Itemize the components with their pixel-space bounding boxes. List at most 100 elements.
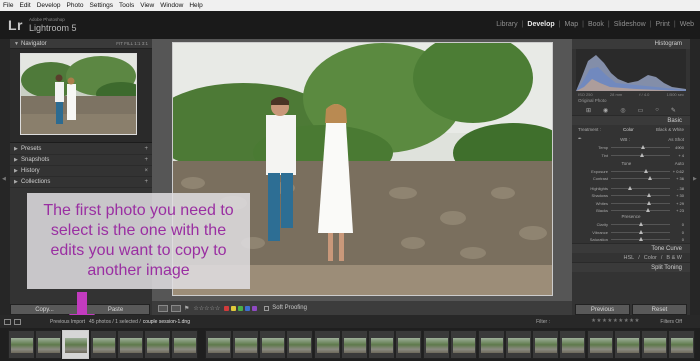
navigator-header[interactable]: ▼ Navigator FIT FILL 1:1 3:1 [10,39,152,49]
menu-tools[interactable]: Tools [119,0,134,11]
slider-temp[interactable]: Temp 4900 [572,144,690,151]
slider-track[interactable] [611,200,670,205]
navigator-preview[interactable] [10,49,152,143]
soft-proofing-checkbox[interactable] [264,305,270,311]
filmstrip-thumb[interactable] [641,330,668,359]
add-icon[interactable]: + [144,157,148,163]
slider-value[interactable]: + 36 [670,176,684,181]
filmstrip-thumb[interactable] [668,330,695,359]
slider-blacks[interactable]: Blacks + 23 [572,207,690,214]
left-panel-toggle-icon[interactable]: ◀ [2,176,6,182]
filmstrip-thumb[interactable] [8,330,35,359]
graduated-filter-icon[interactable]: ▭ [638,107,644,114]
slider-track[interactable] [611,145,670,150]
panel-snapshots[interactable]: ▶ Snapshots + [10,155,152,166]
histogram-header[interactable]: Histogram [572,39,690,49]
slider-track[interactable] [611,193,670,198]
slider-track[interactable] [611,185,670,190]
slider-track[interactable] [611,176,670,181]
module-web[interactable]: Web [680,21,694,28]
filmstrip-thumb[interactable] [144,330,171,359]
flag-icon[interactable]: ⚑ [184,305,189,312]
module-library[interactable]: Library [496,21,517,28]
hsl-tab[interactable]: Color [644,255,657,261]
right-panel-toggle-icon[interactable]: ▶ [693,176,697,182]
menu-settings[interactable]: Settings [90,0,114,11]
hsl-tab[interactable]: HSL [623,255,634,261]
slider-value[interactable]: + 23 [670,208,684,213]
slider-handle[interactable] [638,237,643,242]
filmstrip-thumb[interactable] [395,330,422,359]
hsl-tab[interactable]: B & W [666,255,682,261]
histogram[interactable] [576,49,686,91]
slider-track[interactable] [611,222,670,227]
slider-whites[interactable]: Whites + 29 [572,199,690,206]
filmstrip-thumb[interactable] [259,330,286,359]
slider-value[interactable]: 0 [670,237,684,242]
color-label-swatch[interactable] [245,305,251,311]
spot-removal-icon[interactable]: ◉ [603,107,608,114]
slider-track[interactable] [611,168,670,173]
filmstrip-thumb[interactable] [368,330,395,359]
slider-handle[interactable] [638,229,643,234]
slider-value[interactable]: + 30 [670,193,684,198]
filmstrip-thumb[interactable] [505,330,532,359]
filmstrip-thumb[interactable] [117,330,144,359]
slider-handle[interactable] [627,185,632,190]
panel-collections[interactable]: ▶ Collections + [10,177,152,188]
secondary-display-icon[interactable] [4,318,11,325]
module-book[interactable]: Book [588,21,604,28]
filmstrip-thumb[interactable] [286,330,313,359]
slider-handle[interactable] [638,222,643,227]
menu-photo[interactable]: Photo [67,0,84,11]
panel-history[interactable]: ▶ History × [10,166,152,177]
treatment-bw-option[interactable]: Black & White [656,127,684,132]
module-map[interactable]: Map [564,21,578,28]
panel-presets[interactable]: ▶ Presets + [10,144,152,155]
menu-window[interactable]: Window [160,0,183,11]
slider-track[interactable] [611,207,670,212]
filmstrip-thumb[interactable] [232,330,259,359]
filmstrip-thumb[interactable] [171,330,198,359]
filmstrip-thumb[interactable] [559,330,586,359]
filmstrip-thumb[interactable] [423,330,450,359]
slider-handle[interactable] [647,193,652,198]
filmstrip-thumb[interactable] [614,330,641,359]
filmstrip-thumb[interactable] [532,330,559,359]
module-print[interactable]: Print [655,21,669,28]
slider-handle[interactable] [644,168,649,173]
filmstrip-source[interactable]: Previous Import [50,319,85,325]
color-label-swatch[interactable] [224,305,230,311]
color-label-swatch[interactable] [252,305,258,311]
filmstrip-thumb-selected[interactable] [62,330,89,359]
filter-stars[interactable]: ★★★★★★★★★ [591,318,640,324]
slider-track[interactable] [611,152,670,157]
tone-curve-header[interactable]: Tone Curve [572,243,690,254]
slider-value[interactable]: + 29 [670,201,684,206]
slider-contrast[interactable]: Contrast + 36 [572,175,690,182]
eyedropper-icon[interactable]: ✒ [578,136,582,142]
slider-handle[interactable] [645,207,650,212]
slider-vibrance[interactable]: Vibrance 0 [572,229,690,236]
adjustment-brush-icon[interactable]: ✎ [671,107,676,114]
filmstrip-thumb[interactable] [314,330,341,359]
red-eye-icon[interactable]: ◎ [620,107,625,114]
grid-view-icon[interactable] [14,318,21,325]
clear-icon[interactable]: × [144,168,148,174]
slider-shadows[interactable]: Shadows + 30 [572,192,690,199]
color-label-swatch[interactable] [231,305,237,311]
previous-button[interactable]: Previous [575,304,630,315]
filmstrip-thumb[interactable] [90,330,117,359]
split-toning-header[interactable]: Split Toning [572,262,690,273]
wb-select[interactable]: As Shot [668,137,684,142]
slider-handle[interactable] [641,145,646,150]
add-icon[interactable]: + [144,146,148,152]
filmstrip-thumb[interactable] [341,330,368,359]
slider-exposure[interactable]: Exposure + 0.62 [572,168,690,175]
slider-track[interactable] [611,229,670,234]
navigator-zoom-options[interactable]: FIT FILL 1:1 3:1 [116,41,148,46]
slider-track[interactable] [611,237,670,242]
slider-value[interactable]: 0 [670,222,684,227]
tone-auto-button[interactable]: Auto [675,161,684,166]
slider-tint[interactable]: Tint + 4 [572,151,690,158]
